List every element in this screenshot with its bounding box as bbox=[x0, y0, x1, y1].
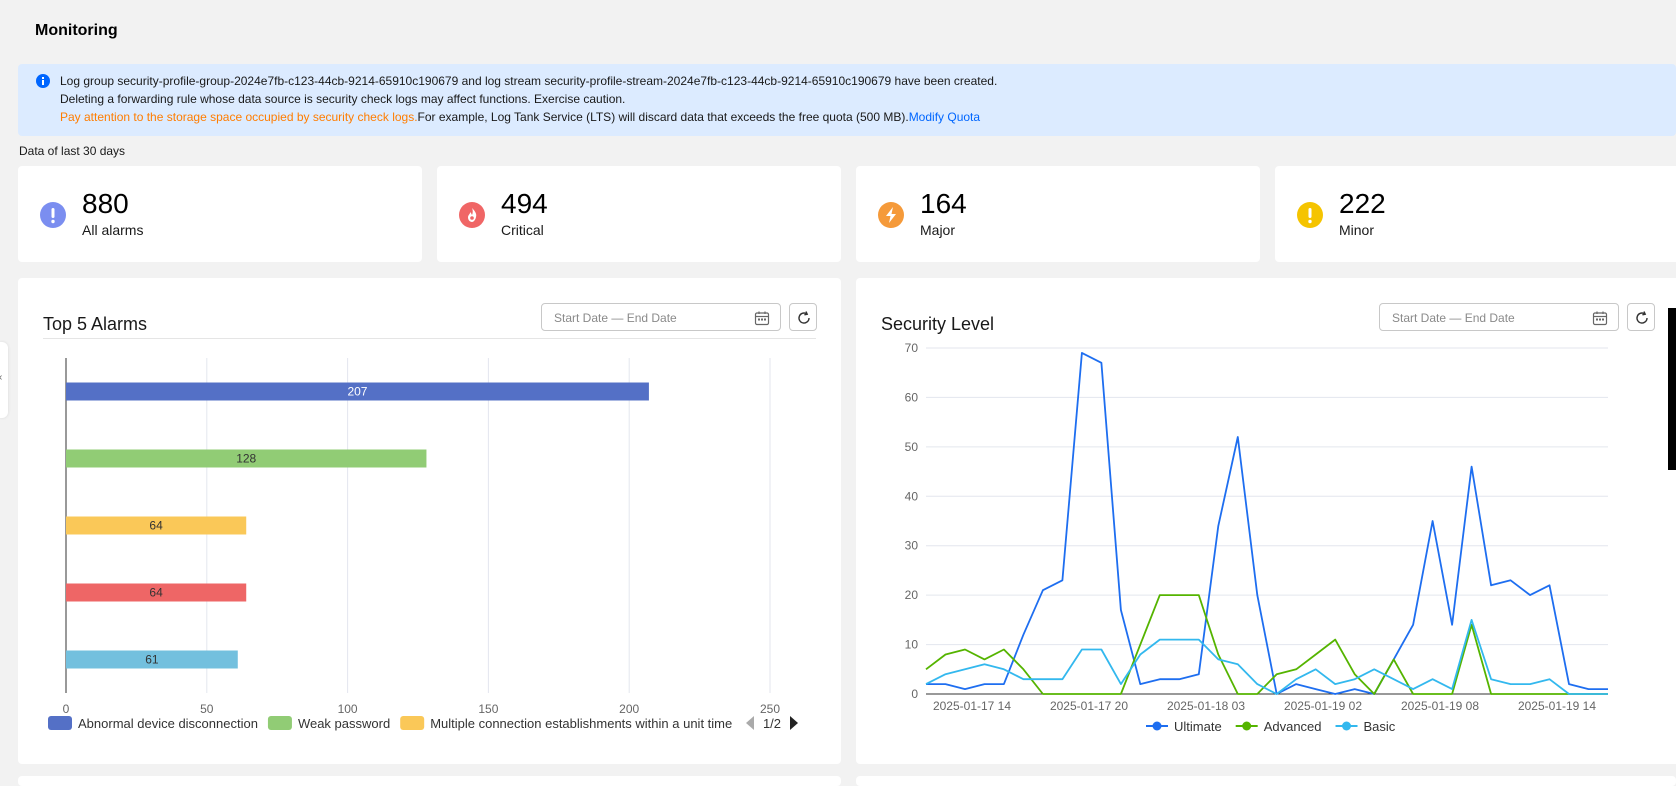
stat-value: 494 bbox=[501, 188, 548, 219]
bar-value-label: 64 bbox=[149, 519, 163, 533]
notice-warning: Pay attention to the storage space occup… bbox=[60, 110, 418, 124]
x-tick-label: 50 bbox=[200, 702, 214, 716]
x-tick-label: 2025-01-17 14 bbox=[933, 699, 1011, 713]
legend-label: Ultimate bbox=[1174, 719, 1222, 734]
info-icon bbox=[36, 74, 50, 88]
notice-quota-text: For example, Log Tank Service (LTS) will… bbox=[417, 110, 909, 124]
notice-line-3: Pay attention to the storage space occup… bbox=[60, 110, 980, 124]
bar-value-label: 207 bbox=[347, 385, 367, 399]
x-tick-label: 2025-01-19 14 bbox=[1518, 699, 1596, 713]
legend-swatch bbox=[400, 716, 425, 730]
collapse-handle[interactable]: ‹ bbox=[0, 342, 8, 418]
x-tick-label: 150 bbox=[478, 702, 498, 716]
info-notice: Log group security-profile-group-2024e7f… bbox=[18, 64, 1676, 136]
stat-card-major: 164 Major bbox=[856, 166, 1260, 262]
exclamation-icon bbox=[40, 202, 66, 228]
legend-swatch bbox=[48, 716, 72, 730]
legend-marker bbox=[1342, 721, 1352, 731]
x-tick-label: 100 bbox=[338, 702, 358, 716]
legend-marker bbox=[1242, 721, 1252, 731]
x-tick-label: 0 bbox=[63, 702, 70, 716]
modify-quota-link[interactable]: Modify Quota bbox=[909, 110, 980, 124]
stat-label: Major bbox=[920, 222, 956, 238]
chevron-right-icon bbox=[790, 716, 798, 730]
y-tick-label: 30 bbox=[905, 539, 919, 553]
legend-marker bbox=[1152, 721, 1162, 731]
y-tick-label: 70 bbox=[905, 341, 919, 355]
legend-label: Basic bbox=[1364, 719, 1396, 734]
stat-value: 164 bbox=[920, 188, 967, 219]
x-tick-label: 2025-01-18 03 bbox=[1167, 699, 1245, 713]
stat-value: 222 bbox=[1339, 188, 1386, 219]
security-level-panel: Security Level Start Date — End Date 0 10… bbox=[856, 278, 1676, 764]
legend-label: Advanced bbox=[1264, 719, 1322, 734]
stat-label: All alarms bbox=[82, 222, 144, 238]
y-tick-label: 10 bbox=[905, 638, 919, 652]
x-tick-label: 2025-01-19 08 bbox=[1401, 699, 1479, 713]
legend-label: Abnormal device disconnection bbox=[78, 716, 258, 731]
bottom-panel bbox=[856, 776, 1676, 786]
top-alarms-panel: Top 5 Alarms Start Date — End Date 0 50 10… bbox=[18, 278, 841, 764]
x-tick-label: 2025-01-19 02 bbox=[1284, 699, 1362, 713]
data-range-label: Data of last 30 days bbox=[19, 144, 126, 158]
y-tick-label: 20 bbox=[905, 588, 919, 602]
x-tick-label: 2025-01-17 20 bbox=[1050, 699, 1128, 713]
stat-card-all-alarms: 880 All alarms bbox=[18, 166, 422, 262]
legend-label: Weak password bbox=[298, 716, 390, 731]
exclamation-icon bbox=[1297, 202, 1323, 228]
stat-value: 880 bbox=[82, 188, 129, 219]
security-level-line-chart: 0 10 20 30 40 50 60 70 2025-01-17 14 2025-01-17 2… bbox=[905, 341, 1608, 734]
legend-label: Multiple connection establishments withi… bbox=[430, 716, 732, 731]
bottom-panel bbox=[18, 776, 841, 786]
y-tick-label: 60 bbox=[905, 390, 919, 404]
bar-value-label: 64 bbox=[149, 586, 163, 600]
legend-pager: 1/2 bbox=[763, 716, 781, 731]
chevron-left-icon bbox=[746, 716, 754, 730]
bar-value-label: 128 bbox=[236, 452, 256, 466]
flame-icon bbox=[459, 202, 485, 228]
y-tick-label: 40 bbox=[905, 489, 919, 503]
stat-card-minor: 222 Minor bbox=[1275, 166, 1676, 262]
notice-line-2: Deleting a forwarding rule whose data so… bbox=[60, 92, 626, 106]
legend-swatch bbox=[267, 716, 292, 730]
chevron-left-icon: ‹ bbox=[0, 372, 2, 383]
x-tick-label: 200 bbox=[619, 702, 639, 716]
bar-value-label: 61 bbox=[145, 653, 159, 667]
stat-label: Minor bbox=[1339, 222, 1375, 238]
page-title: Monitoring bbox=[35, 22, 118, 39]
y-tick-label: 50 bbox=[905, 440, 919, 454]
top-alarms-bar-chart: 0 50 100 150 200 250 207 128 64 64 61 Abnormal devi… bbox=[48, 358, 798, 731]
scrollbar[interactable] bbox=[1668, 308, 1676, 470]
series-line-ultimate bbox=[926, 352, 1608, 695]
y-tick-label: 0 bbox=[911, 687, 918, 701]
lightning-icon bbox=[878, 202, 904, 228]
stat-label: Critical bbox=[501, 222, 544, 238]
notice-line-1: Log group security-profile-group-2024e7f… bbox=[60, 74, 998, 88]
x-tick-label: 250 bbox=[760, 702, 780, 716]
stat-card-critical: 494 Critical bbox=[437, 166, 841, 262]
